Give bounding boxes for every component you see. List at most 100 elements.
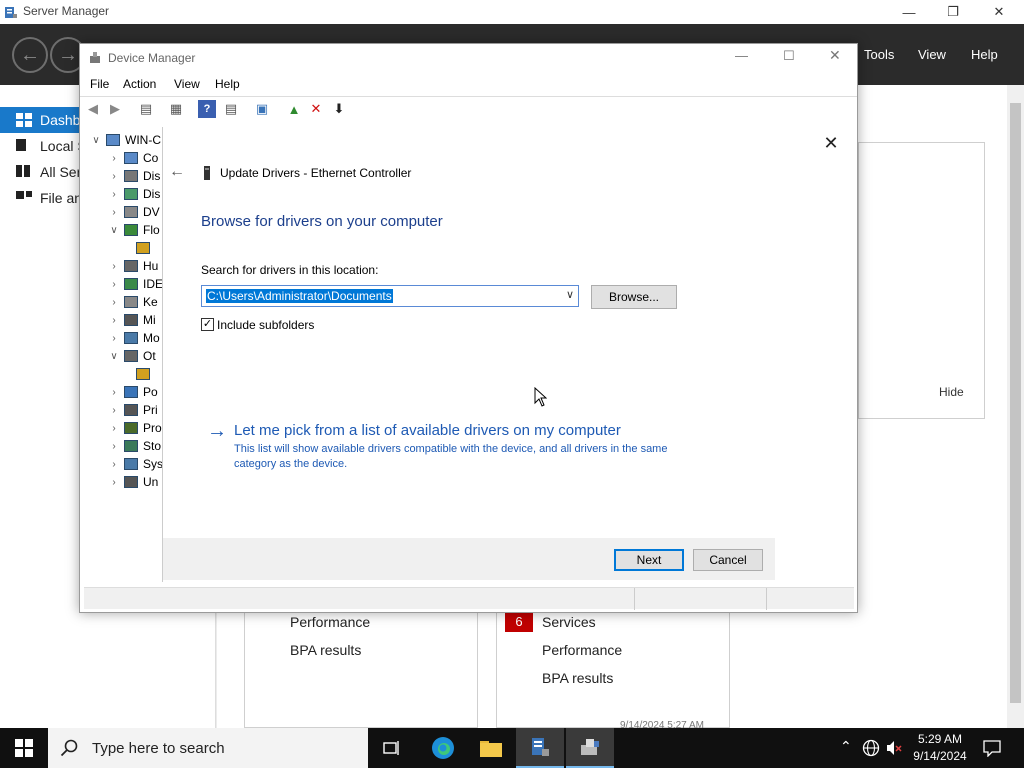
- menu-view[interactable]: View: [174, 77, 200, 91]
- update-drivers-dialog: ✕ ← Update Drivers - Ethernet Controller…: [162, 127, 855, 582]
- chevron-down-icon[interactable]: ∨: [566, 288, 574, 301]
- tree-category[interactable]: › Hu: [108, 257, 158, 275]
- chevron-right-icon[interactable]: ›: [108, 279, 120, 290]
- tree-category[interactable]: › DV: [108, 203, 159, 221]
- chevron-right-icon[interactable]: ›: [108, 153, 120, 164]
- chevron-right-icon[interactable]: ›: [108, 333, 120, 344]
- dashboard-icon: [16, 113, 32, 127]
- tree-category[interactable]: › Co: [108, 149, 158, 167]
- vertical-scrollbar[interactable]: [1007, 85, 1024, 728]
- tree-category[interactable]: › Sys: [108, 455, 163, 473]
- chevron-right-icon[interactable]: ›: [108, 441, 120, 452]
- taskbar-clock[interactable]: 5:29 AM 9/14/2024: [905, 731, 975, 765]
- tree-category[interactable]: › Mo: [108, 329, 159, 347]
- tree-child-device[interactable]: [132, 365, 155, 383]
- chevron-up-icon[interactable]: ⌃: [840, 738, 852, 755]
- include-subfolders-checkbox[interactable]: ✓: [201, 318, 214, 331]
- windows-start-icon[interactable]: [15, 739, 33, 757]
- tree-category[interactable]: › Po: [108, 383, 158, 401]
- tree-category[interactable]: › Pro: [108, 419, 161, 437]
- update-driver-icon[interactable]: ▲: [285, 100, 303, 118]
- chevron-right-icon[interactable]: ›: [108, 387, 120, 398]
- device-category-icon: [124, 152, 138, 164]
- chevron-right-icon[interactable]: ›: [108, 171, 120, 182]
- tree-category[interactable]: › Mi: [108, 311, 155, 329]
- device-category-icon: [124, 332, 138, 344]
- chevron-right-icon[interactable]: ›: [108, 405, 120, 416]
- menu-help[interactable]: Help: [215, 77, 240, 91]
- menu-help[interactable]: Help: [971, 47, 998, 62]
- chevron-right-icon[interactable]: ›: [108, 297, 120, 308]
- task-view-button[interactable]: [368, 728, 416, 768]
- tree-child-device[interactable]: [132, 239, 155, 257]
- chevron-right-icon[interactable]: ›: [108, 207, 120, 218]
- driver-path-combobox[interactable]: C:\Users\Administrator\Documents ∨: [201, 285, 579, 307]
- chevron-down-icon: ∨: [92, 134, 100, 146]
- close-button[interactable]: ✕: [829, 47, 841, 64]
- help-icon[interactable]: ?: [198, 100, 216, 118]
- pick-driver-link[interactable]: Let me pick from a list of available dri…: [234, 422, 621, 439]
- chevron-down-icon[interactable]: ∨: [108, 225, 120, 236]
- chevron-right-icon[interactable]: ›: [108, 477, 120, 488]
- notification-icon[interactable]: [983, 739, 1001, 757]
- cancel-button[interactable]: Cancel: [693, 549, 763, 571]
- next-button[interactable]: Next: [614, 549, 684, 571]
- chevron-right-icon[interactable]: ›: [108, 315, 120, 326]
- close-icon[interactable]: ✕: [819, 133, 843, 153]
- view-icon[interactable]: ▤: [222, 100, 240, 118]
- edge-browser-button[interactable]: [419, 728, 467, 768]
- tree-label: Po: [143, 385, 158, 399]
- restore-button[interactable]: ❐: [930, 0, 976, 24]
- menu-view[interactable]: View: [918, 47, 946, 62]
- bpa-results-link[interactable]: BPA results: [290, 642, 361, 658]
- minimize-button[interactable]: —: [735, 48, 748, 63]
- taskbar-search[interactable]: Type here to search: [48, 728, 368, 768]
- tree-category[interactable]: ∨ Flo: [108, 221, 159, 239]
- back-arrow-icon[interactable]: ←: [169, 163, 185, 181]
- tree-category[interactable]: › Dis: [108, 167, 160, 185]
- device-manager-title: Device Manager: [108, 51, 196, 65]
- server-manager-taskbar-button[interactable]: [516, 728, 564, 768]
- chevron-right-icon[interactable]: ›: [108, 261, 120, 272]
- tree-category[interactable]: › Ke: [108, 293, 157, 311]
- menu-file[interactable]: File: [90, 77, 109, 91]
- close-button[interactable]: ✕: [976, 0, 1022, 24]
- back-icon[interactable]: ←: [12, 37, 48, 73]
- tree-category[interactable]: › IDE: [108, 275, 163, 293]
- tree-category[interactable]: › Un: [108, 473, 158, 491]
- services-link[interactable]: Services: [542, 614, 596, 630]
- hide-link[interactable]: Hide: [939, 385, 964, 399]
- file-explorer-button[interactable]: [467, 728, 515, 768]
- forward-icon[interactable]: ▶: [106, 100, 124, 118]
- chevron-down-icon[interactable]: ∨: [108, 351, 120, 362]
- back-icon[interactable]: ◀: [84, 100, 102, 118]
- scan-hardware-icon[interactable]: ▣: [253, 100, 271, 118]
- network-icon[interactable]: [862, 739, 880, 757]
- browse-button[interactable]: Browse...: [591, 285, 677, 309]
- device-manager-icon: [90, 52, 100, 63]
- uninstall-icon[interactable]: ✕: [307, 100, 325, 118]
- console-tree-icon[interactable]: ▦: [167, 100, 185, 118]
- tree-root[interactable]: ∨ WIN-C: [90, 131, 161, 149]
- tree-category[interactable]: › Pri: [108, 401, 157, 419]
- chevron-right-icon[interactable]: ›: [108, 423, 120, 434]
- menu-action[interactable]: Action: [123, 77, 156, 91]
- menu-tools[interactable]: Tools: [864, 47, 894, 62]
- mouse-cursor-icon: [534, 387, 547, 407]
- tree-category[interactable]: › Sto: [108, 437, 161, 455]
- chevron-right-icon[interactable]: ›: [108, 459, 120, 470]
- tree-label: Hu: [143, 259, 159, 273]
- maximize-button[interactable]: ☐: [783, 48, 795, 64]
- chevron-right-icon[interactable]: ›: [108, 189, 120, 200]
- bpa-results-link[interactable]: BPA results: [542, 670, 613, 686]
- performance-link[interactable]: Performance: [542, 642, 622, 658]
- device-manager-taskbar-button[interactable]: [566, 728, 614, 768]
- disable-device-icon[interactable]: ⬇: [330, 100, 348, 118]
- properties-icon[interactable]: ▤: [137, 100, 155, 118]
- performance-link[interactable]: Performance: [290, 614, 370, 630]
- tree-category[interactable]: ∨ Ot: [108, 347, 155, 365]
- minimize-button[interactable]: —: [886, 0, 932, 24]
- volume-muted-icon[interactable]: [885, 739, 903, 757]
- tree-label: Co: [143, 151, 159, 165]
- tree-category[interactable]: › Dis: [108, 185, 160, 203]
